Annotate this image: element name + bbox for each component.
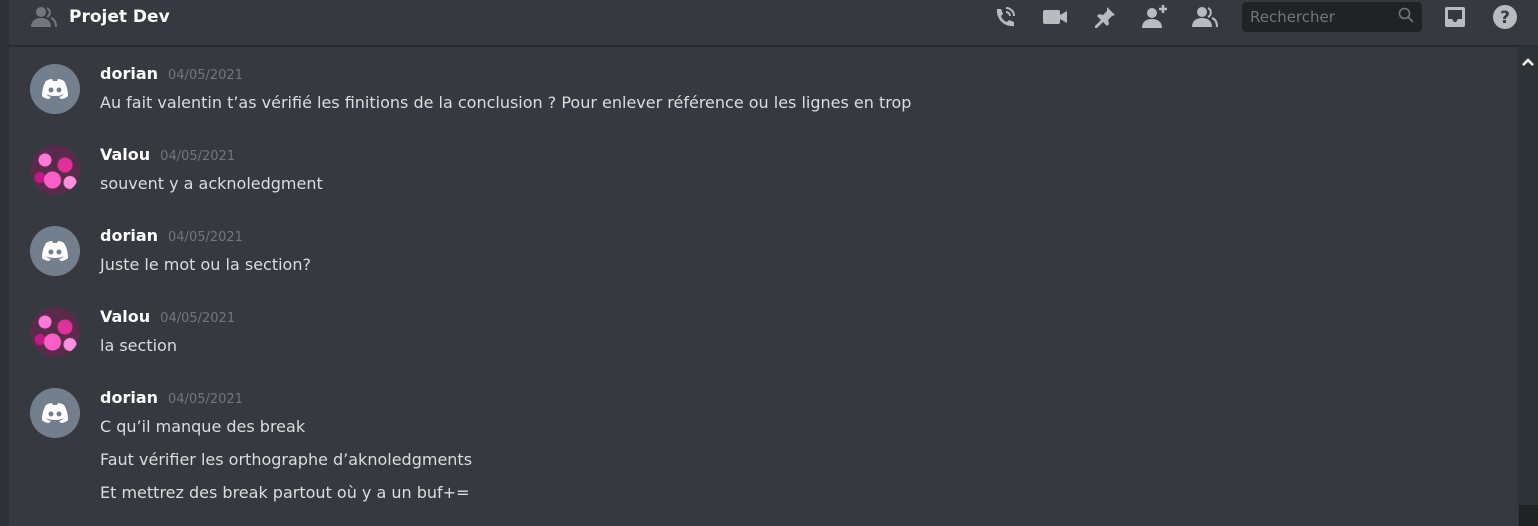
- author-name[interactable]: dorian: [100, 64, 158, 83]
- group-dm-icon: [31, 5, 57, 29]
- scroll-up-arrow-icon[interactable]: [1522, 52, 1534, 66]
- avatar[interactable]: [30, 145, 80, 195]
- message-text: souvent y a acknoledgment: [100, 174, 323, 193]
- pinned-messages-icon[interactable]: [1092, 4, 1118, 30]
- svg-text:?: ?: [1500, 8, 1510, 28]
- avatar[interactable]: [30, 64, 80, 114]
- timestamp: 04/05/2021: [168, 68, 243, 83]
- start-voice-call-icon[interactable]: [992, 4, 1018, 30]
- author-name[interactable]: Valou: [100, 145, 150, 164]
- inbox-icon[interactable]: [1442, 4, 1468, 30]
- avatar[interactable]: [30, 307, 80, 357]
- timestamp: 04/05/2021: [160, 311, 236, 326]
- start-video-call-icon[interactable]: [1042, 4, 1068, 30]
- author-name[interactable]: dorian: [100, 388, 158, 407]
- author-name[interactable]: Valou: [100, 307, 150, 326]
- add-friends-icon[interactable]: [1142, 4, 1168, 30]
- scrollbar-thumb[interactable]: [1519, 505, 1538, 526]
- timestamp: 04/05/2021: [168, 392, 243, 407]
- search-placeholder: Rechercher: [1250, 8, 1335, 26]
- message-text: C qu’il manque des break: [100, 417, 306, 436]
- message-text: Juste le mot ou la section?: [100, 255, 311, 274]
- message-text: la section: [100, 336, 177, 355]
- search-icon[interactable]: [1398, 7, 1414, 27]
- avatar[interactable]: [30, 388, 80, 438]
- left-sidebar-edge: [0, 0, 9, 526]
- channel-title: Projet Dev: [69, 6, 170, 27]
- channel-header: Projet Dev Rechercher ?: [9, 0, 1538, 46]
- message-text: Faut vérifier les orthographe d’aknoledg…: [100, 450, 473, 469]
- timestamp: 04/05/2021: [168, 230, 243, 245]
- author-name[interactable]: dorian: [100, 226, 158, 245]
- message-text: Au fait valentin t’as vérifié les finiti…: [100, 93, 912, 112]
- avatar[interactable]: [30, 226, 80, 276]
- member-list-icon[interactable]: [1192, 4, 1218, 30]
- message-list: dorian 04/05/2021 Au fait valentin t’as v…: [9, 47, 1518, 526]
- scrollbar-track[interactable]: [1518, 47, 1538, 526]
- help-icon[interactable]: ?: [1492, 4, 1518, 30]
- timestamp: 04/05/2021: [160, 149, 236, 164]
- search-input[interactable]: Rechercher: [1242, 2, 1422, 32]
- message-text: Et mettrez des break partout où y a un b…: [100, 483, 470, 502]
